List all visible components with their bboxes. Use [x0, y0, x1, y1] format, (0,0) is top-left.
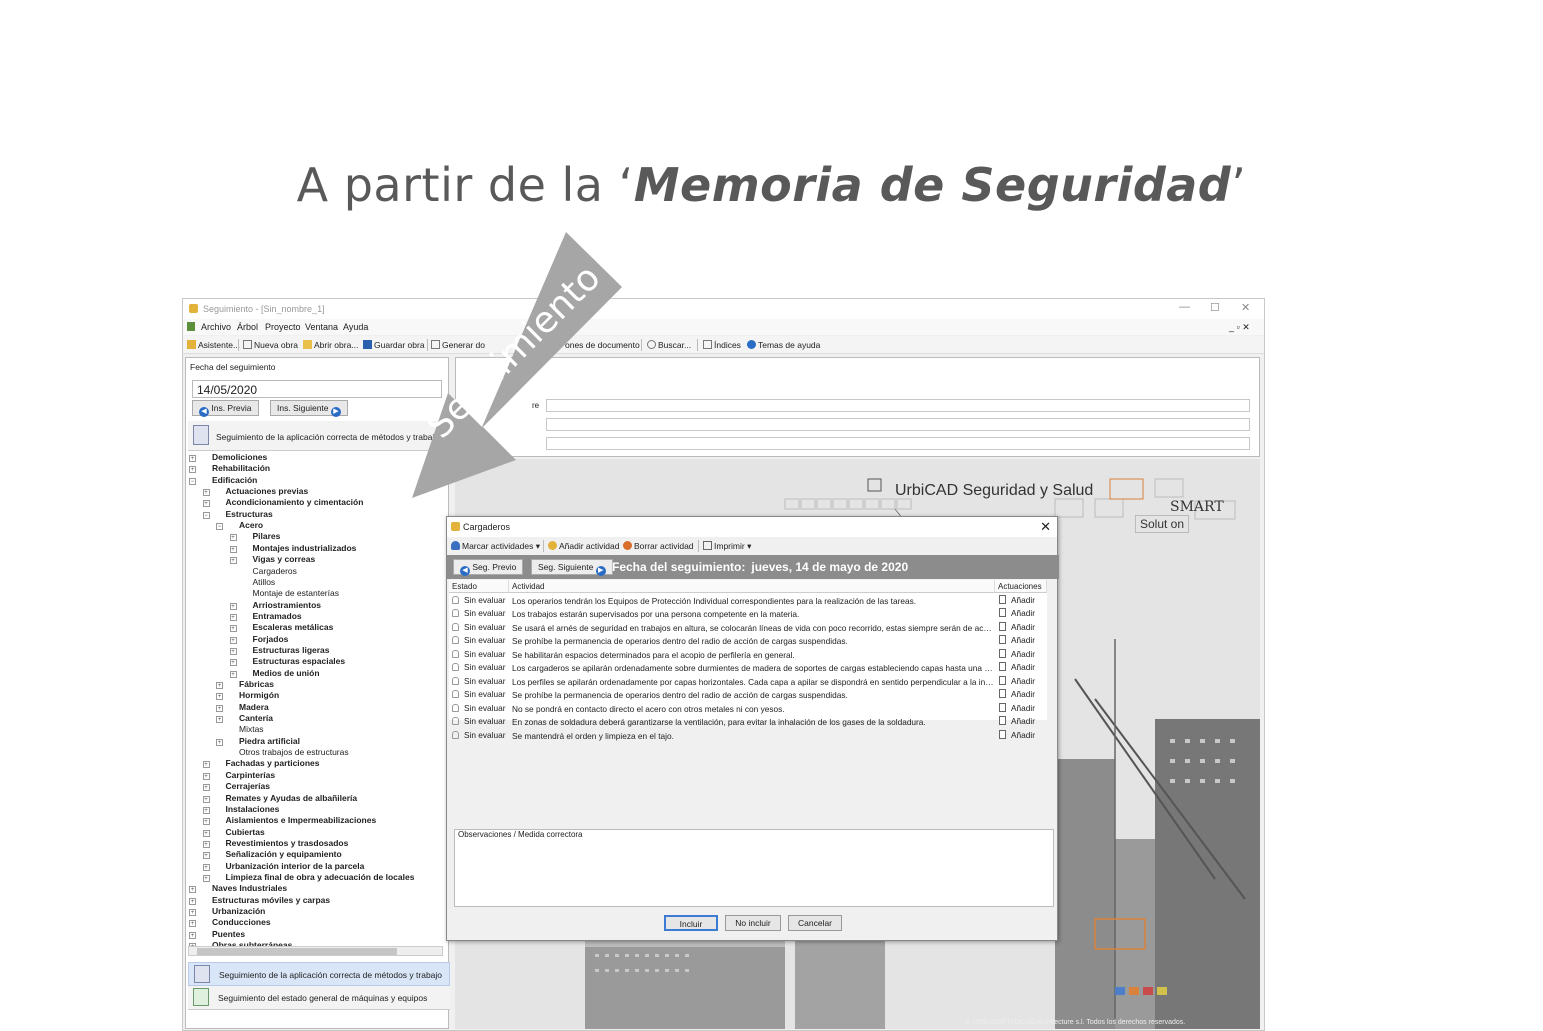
seguimiento-arrow: Seguimiento: [412, 232, 622, 498]
arrow-label: Seguimiento: [419, 257, 608, 446]
